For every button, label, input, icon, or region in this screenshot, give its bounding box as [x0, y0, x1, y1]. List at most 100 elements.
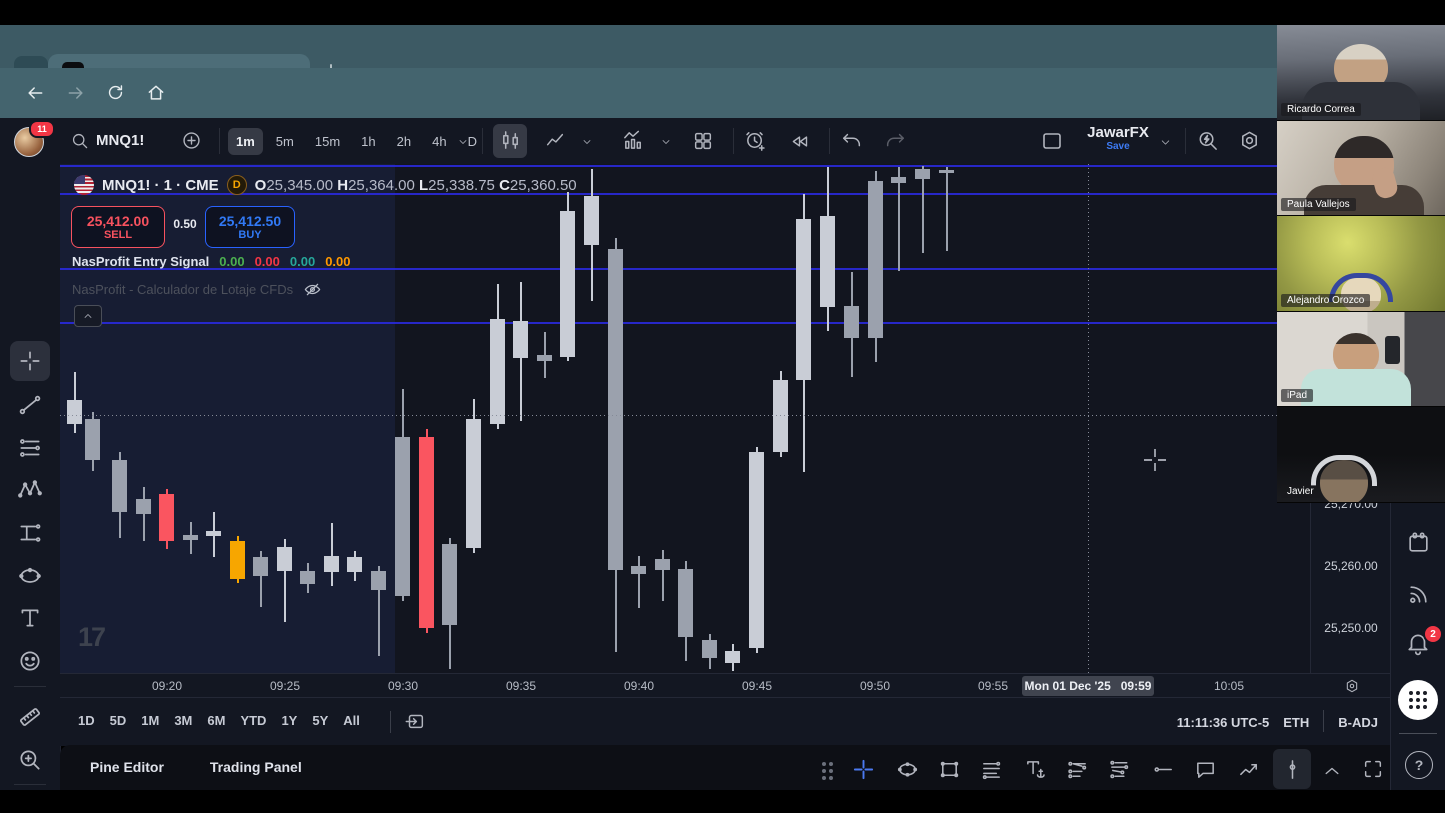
sell-button[interactable]: 25,412.00 SELL: [71, 206, 165, 248]
settings-button[interactable]: [1238, 129, 1261, 152]
line-tools-button[interactable]: [544, 130, 566, 152]
layout-name-block[interactable]: JawarFX Save: [1078, 124, 1158, 152]
video-tile-3[interactable]: iPad: [1277, 312, 1445, 408]
anchored-text-button[interactable]: [1024, 758, 1047, 781]
fullscreen-button[interactable]: [1362, 758, 1384, 780]
layout-grid-button[interactable]: [692, 130, 714, 152]
candle-body: [159, 494, 174, 541]
range-1M[interactable]: 1M: [141, 713, 159, 728]
short-list-tool-button[interactable]: [1108, 758, 1131, 781]
video-tile-2[interactable]: Alejandro Orozco: [1277, 216, 1445, 312]
crosshair-tool-button[interactable]: [17, 348, 43, 374]
interval-badge[interactable]: D: [227, 175, 247, 195]
chart-plot-area[interactable]: 17 MNQ1! · 1 · CME D O25,345.00 H25,364.…: [60, 164, 1310, 673]
emoji-tool-button[interactable]: [17, 648, 43, 674]
session-type[interactable]: ETH: [1283, 715, 1309, 730]
range-5D[interactable]: 5D: [110, 713, 127, 728]
video-tile-1[interactable]: Paula Vallejos: [1277, 121, 1445, 217]
speech-bubble-icon: [1194, 758, 1217, 781]
divider: [390, 711, 391, 733]
indicator-row-entry-signal[interactable]: NasProfit Entry Signal 0.000.000.000.00: [72, 254, 351, 269]
pine-editor-tab[interactable]: Pine Editor: [90, 759, 164, 775]
expand-panel-button[interactable]: [1322, 761, 1342, 781]
go-to-date-button[interactable]: [404, 710, 426, 732]
collapse-indicators-button[interactable]: [74, 305, 102, 327]
range-6M[interactable]: 6M: [207, 713, 225, 728]
time-axis-label: 09:45: [727, 679, 787, 693]
drag-handle-icon[interactable]: [822, 762, 826, 766]
candle-body: [112, 460, 127, 512]
indicators-button[interactable]: [622, 129, 645, 152]
range-1D[interactable]: 1D: [78, 713, 95, 728]
timeframe-15m[interactable]: 15m: [307, 128, 348, 155]
rectangle-draw-button[interactable]: [938, 758, 961, 781]
streams-button[interactable]: [1406, 582, 1431, 607]
ellipse-draw-button[interactable]: [896, 758, 919, 781]
home-button[interactable]: [146, 83, 166, 103]
price-axis-label: 25,250.00: [1311, 621, 1391, 635]
range-1Y[interactable]: 1Y: [281, 713, 297, 728]
comment-tool-button[interactable]: [1194, 758, 1217, 781]
clock[interactable]: 11:11:36 UTC-5: [1177, 715, 1270, 730]
timeframe-4h[interactable]: 4h: [424, 128, 454, 155]
undo-button[interactable]: [841, 130, 863, 152]
timeframe-1m[interactable]: 1m: [228, 128, 263, 155]
fib-lines-tool-button[interactable]: [17, 435, 43, 461]
buy-button[interactable]: 25,412.50 BUY: [205, 206, 295, 248]
quick-search-button[interactable]: [1196, 129, 1219, 152]
axis-settings-button[interactable]: [1344, 678, 1360, 694]
video-tile-0[interactable]: Ricardo Correa: [1277, 25, 1445, 121]
symbol-search-button[interactable]: [70, 131, 89, 150]
trading-panel-tab[interactable]: Trading Panel: [210, 759, 302, 775]
calendar-button[interactable]: [1406, 530, 1431, 555]
position-tool-button[interactable]: [17, 520, 43, 546]
create-alert-button[interactable]: [744, 129, 767, 152]
layout-select-button[interactable]: [1040, 129, 1064, 153]
time-axis[interactable]: 09:2009:2509:3009:3509:4009:4509:5009:55…: [60, 673, 1390, 698]
chart-symbol-title[interactable]: MNQ1! · 1 · CME: [102, 177, 219, 194]
back-button[interactable]: [25, 83, 45, 103]
timeframe-dropdown-button[interactable]: [457, 136, 469, 148]
measure-tool-button[interactable]: [17, 704, 43, 730]
text-tool-button[interactable]: [17, 605, 43, 631]
redo-button[interactable]: [884, 130, 906, 152]
eye-off-icon[interactable]: [303, 280, 322, 299]
parallel-lines-button[interactable]: [980, 758, 1003, 781]
candle-wick: [922, 166, 924, 253]
symbol-name[interactable]: MNQ1!: [96, 132, 144, 149]
timeframe-1h[interactable]: 1h: [353, 128, 383, 155]
forecast-tool-button[interactable]: [1238, 758, 1261, 781]
reload-button[interactable]: [106, 83, 125, 102]
adjustment-mode[interactable]: B-ADJ: [1338, 715, 1378, 730]
trend-line-tool-button[interactable]: [17, 392, 43, 418]
close-value: 25,360.50: [510, 177, 577, 194]
save-button[interactable]: Save: [1078, 141, 1158, 152]
help-button[interactable]: ?: [1405, 751, 1433, 779]
range-3M[interactable]: 3M: [174, 713, 192, 728]
line-tools-dropdown[interactable]: [581, 136, 593, 148]
layout-dropdown[interactable]: [1159, 136, 1172, 149]
pattern-tool-button[interactable]: [17, 477, 43, 503]
range-5Y[interactable]: 5Y: [312, 713, 328, 728]
indicators-dropdown[interactable]: [660, 136, 672, 148]
bar-replay-button[interactable]: [789, 131, 810, 152]
crosshair-mode-button[interactable]: [852, 758, 875, 781]
timeframe-5m[interactable]: 5m: [268, 128, 302, 155]
range-All[interactable]: All: [343, 713, 360, 728]
ellipse-tool-button[interactable]: [17, 563, 43, 589]
apps-launcher-button[interactable]: [1398, 680, 1438, 720]
time-axis-label: 09:35: [491, 679, 551, 693]
compare-add-button[interactable]: [181, 130, 202, 151]
timeframe-2h[interactable]: 2h: [389, 128, 419, 155]
forward-button[interactable]: [66, 83, 86, 103]
range-YTD[interactable]: YTD: [240, 713, 266, 728]
indicator-row-lot-calculator[interactable]: NasProfit - Calculador de Lotaje CFDs: [72, 280, 322, 299]
ellipse-icon: [17, 563, 43, 589]
chart-type-candles-button[interactable]: [499, 129, 522, 152]
horizontal-ray-button[interactable]: [1152, 758, 1175, 781]
zoom-in-tool-button[interactable]: [17, 747, 43, 773]
xabcd-pattern-icon: [17, 477, 43, 503]
price-slider-button[interactable]: [1281, 758, 1304, 781]
long-list-tool-button[interactable]: [1066, 758, 1089, 781]
video-tile-4[interactable]: Javier: [1277, 407, 1445, 503]
